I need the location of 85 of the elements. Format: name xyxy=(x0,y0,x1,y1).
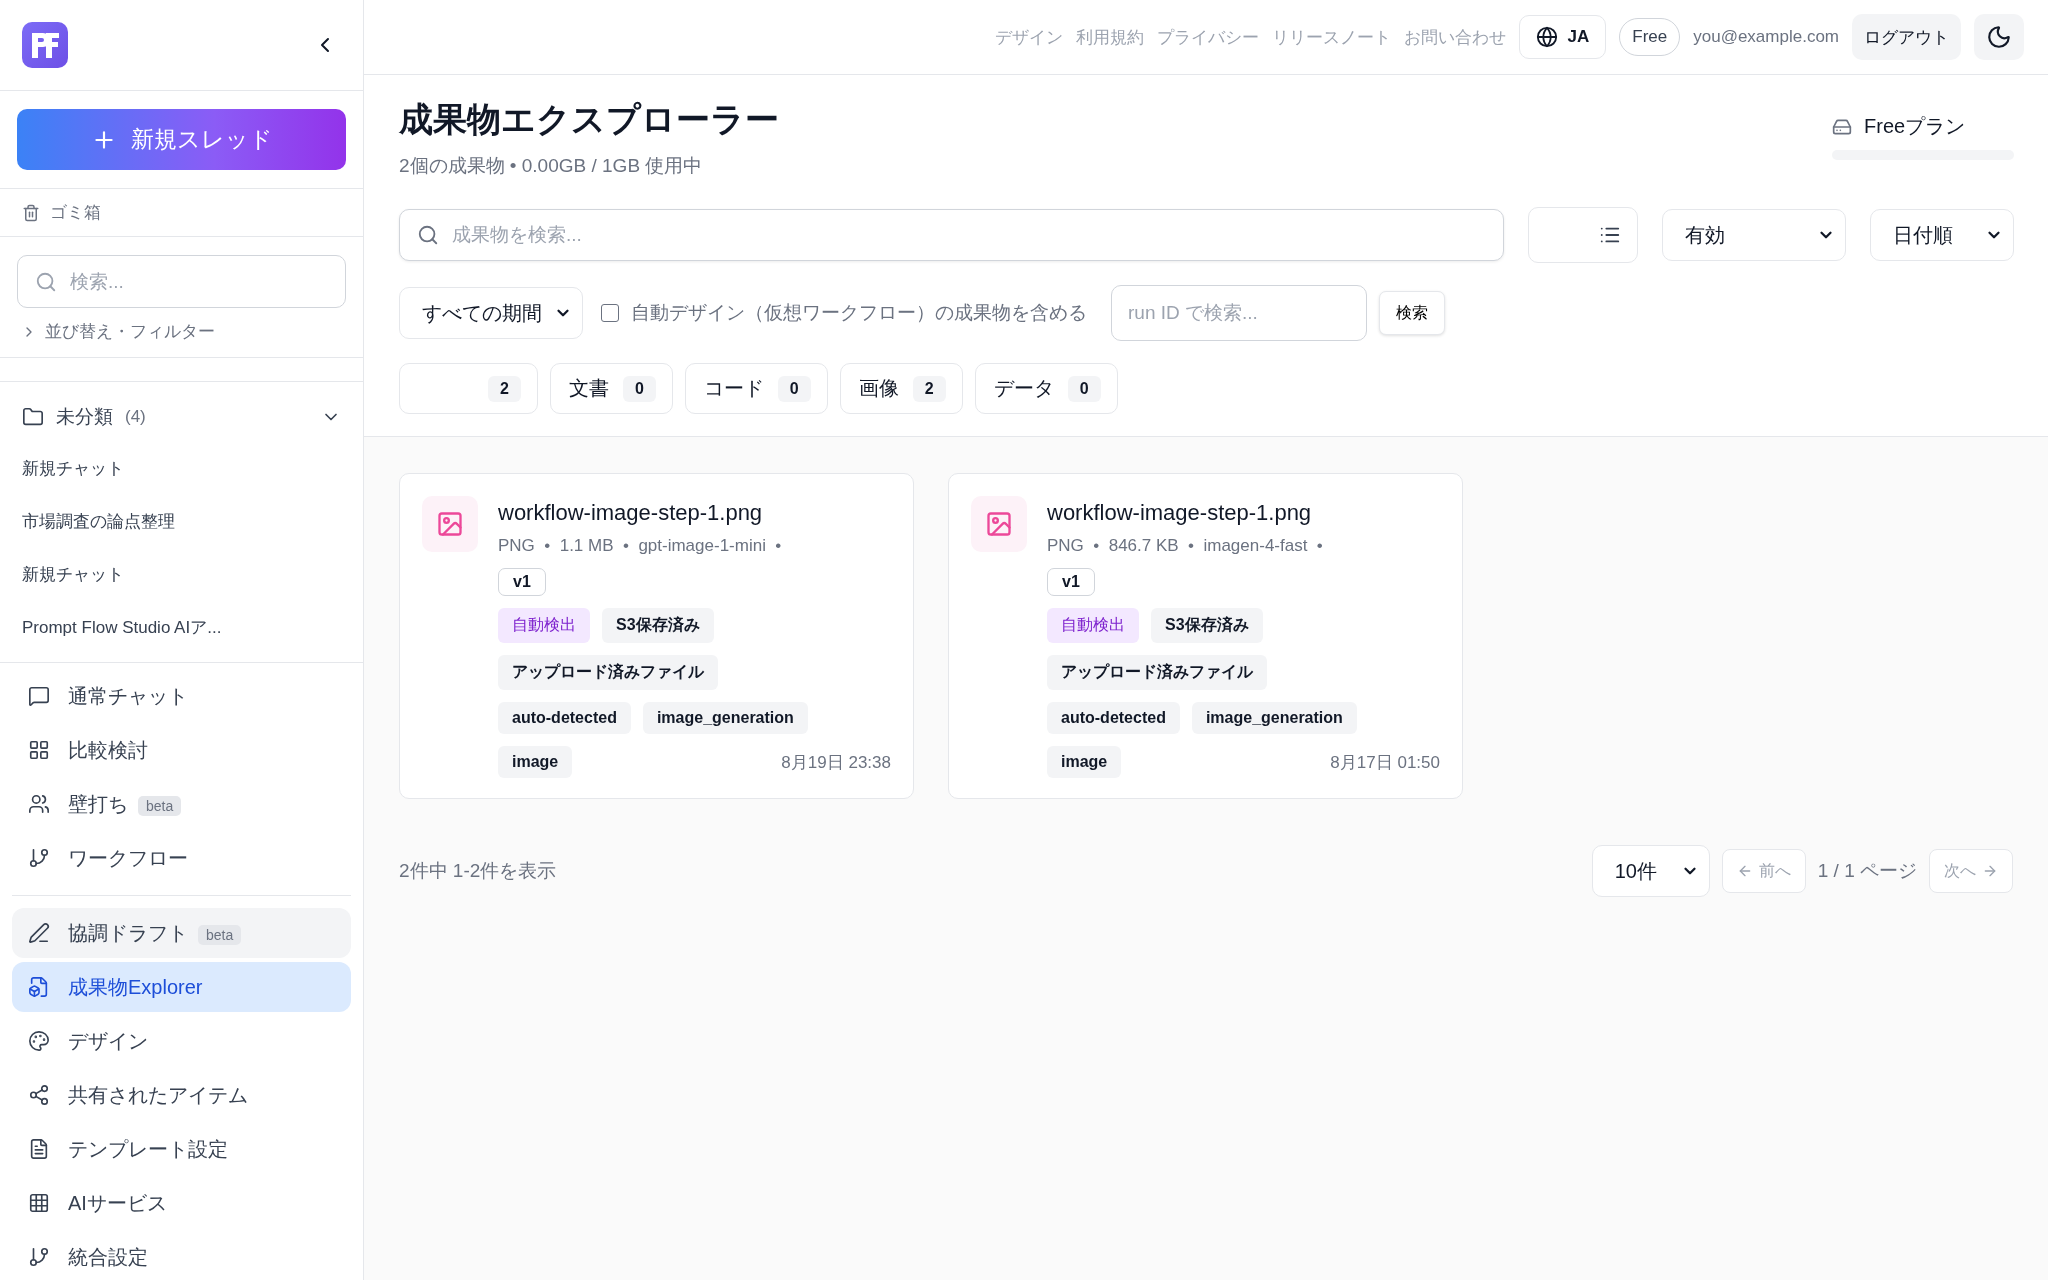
beta-badge: beta xyxy=(138,795,182,816)
language-button[interactable]: JA xyxy=(1518,15,1607,59)
nav-item[interactable]: 成果物Explorer xyxy=(12,962,351,1012)
sort-filter-toggle[interactable]: 並び替え・フィルター xyxy=(17,320,346,343)
theme-toggle-button[interactable] xyxy=(1974,14,2024,60)
user-email: you@example.com xyxy=(1693,27,1839,47)
tag: S3保存済み xyxy=(1151,608,1263,643)
page-size-select[interactable]: 10件 xyxy=(1591,845,1710,897)
tag: image_generation xyxy=(1191,702,1357,734)
chat-item[interactable]: 新規チャット xyxy=(0,442,363,495)
nav-item[interactable]: 共有されたアイテム xyxy=(12,1070,351,1120)
tag: image xyxy=(1047,746,1122,778)
nav-item[interactable]: 統合設定 xyxy=(12,1232,351,1280)
run-id-field[interactable]: run ID で検索... xyxy=(1111,285,1367,341)
new-thread-button[interactable]: 新規スレッド xyxy=(17,109,346,170)
globe-icon xyxy=(1535,26,1558,48)
include-auto-checkbox[interactable]: 自動デザイン（仮想ワークフロー）の成果物を含める xyxy=(601,300,1087,326)
folder-header[interactable]: 未分類 (4) xyxy=(0,382,363,442)
nav-icon xyxy=(28,976,50,998)
chat-item[interactable]: 市場調査の論点整理 xyxy=(0,495,363,548)
nav-icon xyxy=(28,793,50,815)
period-select[interactable]: すべての期間 xyxy=(399,287,583,339)
trash-link[interactable]: ゴミ箱 xyxy=(22,201,101,224)
artifact-search-field[interactable]: 成果物を検索... xyxy=(399,209,1504,261)
tag: S3保存済み xyxy=(602,608,714,643)
nav-item[interactable]: 比較検討 xyxy=(12,725,351,775)
artifact-date: 8月19日 23:38 xyxy=(781,751,891,774)
chat-item[interactable]: Prompt Flow Studio AIア... xyxy=(0,601,363,654)
nav-item[interactable]: ワークフロー xyxy=(12,833,351,883)
nav-icon xyxy=(28,1030,50,1052)
type-filter[interactable]: 画像 2 xyxy=(839,363,963,414)
artifact-meta: PNG • 1.1 MB • gpt-image-1-mini • xyxy=(498,536,782,556)
folder-icon xyxy=(22,406,44,428)
artifact-card[interactable]: workflow-image-step-1.png PNG • 1.1 MB • gpt-image-1-mini • v1 自動検出 S3保存済み アップロード済みファイル auto-detected image_generation image 8月19日 23:38 xyxy=(399,473,914,799)
tag: auto-detected xyxy=(498,702,631,734)
search-button[interactable]: 検索 xyxy=(1379,291,1445,335)
artifact-date: 8月17日 01:50 xyxy=(1330,751,1440,774)
nav-icon xyxy=(28,847,50,869)
version-badge: v1 xyxy=(1047,568,1095,596)
version-badge: v1 xyxy=(498,568,546,596)
tag: アップロード済みファイル xyxy=(498,655,718,690)
type-filter[interactable]: 文書 0 xyxy=(549,363,673,414)
status-select[interactable]: 有効 xyxy=(1662,209,1846,261)
tag: auto-detected xyxy=(1047,702,1180,734)
plan-label: Freeプラン xyxy=(1864,114,1966,139)
beta-badge: beta xyxy=(198,924,242,945)
tag: image xyxy=(498,746,573,778)
type-filter[interactable]: データ 0 xyxy=(974,363,1118,414)
artifact-meta: PNG • 846.7 KB • imagen-4-fast • xyxy=(1047,536,1323,556)
nav-icon xyxy=(28,1192,50,1214)
nav-item[interactable]: 壁打ち beta xyxy=(12,779,351,829)
tag: 自動検出 xyxy=(1047,608,1139,643)
page-indicator: 1 / 1 ページ xyxy=(1817,859,1917,883)
image-icon xyxy=(971,496,1027,552)
logout-button[interactable]: ログアウト xyxy=(1852,14,1961,60)
nav-icon xyxy=(28,1246,50,1268)
artifact-name: workflow-image-step-1.png xyxy=(498,500,764,526)
nav-icon xyxy=(28,1084,50,1106)
nav-icon xyxy=(28,739,50,761)
image-icon xyxy=(422,496,478,552)
nav-icon xyxy=(28,922,50,944)
chat-item[interactable]: 新規チャット xyxy=(0,548,363,601)
app-logo xyxy=(22,22,68,68)
tag: image_generation xyxy=(642,702,808,734)
nav-icon xyxy=(28,1138,50,1160)
nav-item[interactable]: 通常チャット xyxy=(12,671,351,721)
sort-select[interactable]: 日付順 xyxy=(1870,209,2014,261)
moon-icon xyxy=(1986,24,2012,50)
arrow-right-icon xyxy=(1982,863,1998,879)
nav-item[interactable]: テンプレート設定 xyxy=(12,1124,351,1174)
trash-icon xyxy=(22,203,40,222)
artifact-card[interactable]: workflow-image-step-1.png PNG • 846.7 KB • imagen-4-fast • v1 自動検出 S3保存済み アップロード済みファイル auto-detected image_generation image 8月17日 01:50 xyxy=(948,473,1463,799)
tag: 自動検出 xyxy=(498,608,590,643)
nav-item[interactable]: AIサービス xyxy=(12,1178,351,1228)
nav-icon xyxy=(28,685,50,707)
sidebar-search-field[interactable]: 検索... xyxy=(17,255,346,308)
type-filter[interactable]: 2 xyxy=(399,363,538,414)
nav-item[interactable]: 協調ドラフト beta xyxy=(12,908,351,958)
nav-item[interactable]: デザイン xyxy=(12,1016,351,1066)
page-title: 成果物エクスプローラー xyxy=(399,99,779,140)
artifact-name: workflow-image-step-1.png xyxy=(1047,500,1313,526)
type-filter[interactable]: コード 0 xyxy=(684,363,828,414)
tag: アップロード済みファイル xyxy=(1047,655,1267,690)
result-summary: 2件中 1-2件を表示 xyxy=(399,859,558,883)
page-subtitle: 2個の成果物 • 0.00GB / 1GB 使用中 xyxy=(399,154,704,178)
